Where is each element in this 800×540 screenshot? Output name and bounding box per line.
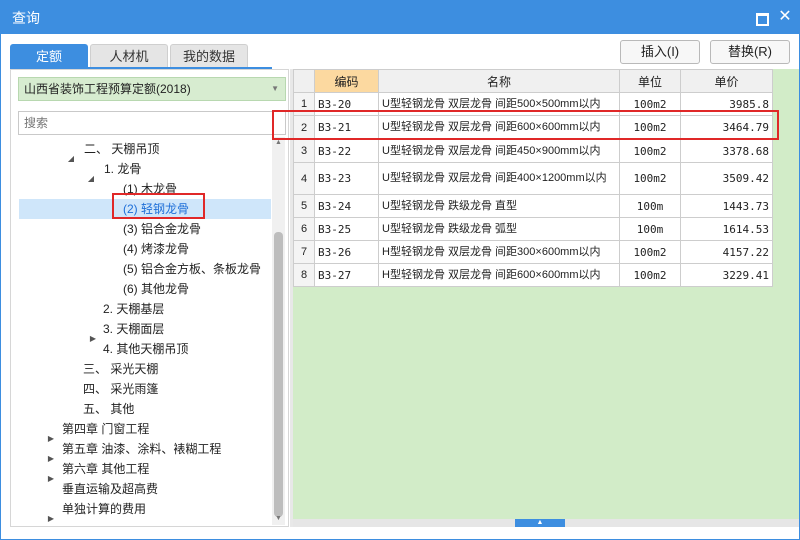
name-cell[interactable]: U型轻钢龙骨 双层龙骨 间距450×900mm以内 bbox=[378, 139, 620, 163]
price-cell[interactable]: 1443.73 bbox=[680, 194, 773, 218]
price-cell[interactable]: 4157.22 bbox=[680, 240, 773, 264]
tree-item[interactable]: 二、 天棚吊顶 bbox=[84, 139, 159, 159]
tree-item[interactable]: (5) 铝合金方板、条板龙骨 bbox=[123, 259, 261, 279]
code-cell[interactable]: B3-23 bbox=[314, 162, 379, 195]
table-header: 编码 名称 单位 单价 bbox=[293, 69, 773, 93]
tree-item[interactable]: 第六章 其他工程 bbox=[62, 459, 149, 479]
title-bar: 查询 ✕ bbox=[0, 0, 800, 34]
column-header-name[interactable]: 名称 bbox=[378, 69, 620, 93]
tree-item[interactable]: 单独计算的费用 bbox=[62, 499, 146, 519]
quota-library-select[interactable]: 山西省装饰工程预算定额(2018) ▼ bbox=[18, 77, 286, 101]
row-number-cell[interactable]: 3 bbox=[293, 139, 315, 163]
price-cell[interactable]: 3509.42 bbox=[680, 162, 773, 195]
tree-expand-icon[interactable]: ▶ bbox=[46, 454, 56, 463]
replace-button[interactable]: 替换(R) bbox=[710, 40, 790, 64]
tree-item[interactable]: 五、 其他 bbox=[83, 399, 134, 419]
close-icon[interactable]: ✕ bbox=[776, 8, 794, 26]
scroll-down-icon[interactable]: ▼ bbox=[272, 513, 285, 525]
tree-expand-icon[interactable]: ▶ bbox=[46, 514, 56, 523]
window-title: 查询 bbox=[12, 10, 40, 26]
row-number-cell[interactable]: 5 bbox=[293, 194, 315, 218]
highlight-box-tree bbox=[112, 193, 205, 219]
insert-button[interactable]: 插入(I) bbox=[620, 40, 700, 64]
code-cell[interactable]: B3-22 bbox=[314, 139, 379, 163]
price-cell[interactable]: 3229.41 bbox=[680, 263, 773, 287]
column-header-price[interactable]: 单价 bbox=[680, 69, 773, 93]
name-cell[interactable]: U型轻钢龙骨 跌级龙骨 直型 bbox=[378, 194, 620, 218]
quota-library-value: 山西省装饰工程预算定额(2018) bbox=[24, 82, 191, 96]
tree-scrollbar[interactable]: ▲ ▼ bbox=[272, 137, 285, 525]
row-number-cell[interactable]: 7 bbox=[293, 240, 315, 264]
tree-item[interactable]: 垂直运输及超高费 bbox=[62, 479, 158, 499]
code-cell[interactable]: B3-25 bbox=[314, 217, 379, 241]
corner-header bbox=[293, 69, 315, 93]
tree-item[interactable]: 2. 天棚基层 bbox=[103, 299, 164, 319]
row-number-cell[interactable]: 8 bbox=[293, 263, 315, 287]
tree-expand-icon[interactable]: ▶ bbox=[46, 434, 56, 443]
unit-cell[interactable]: 100m bbox=[619, 217, 681, 241]
highlight-box-row bbox=[272, 110, 779, 140]
tree-item[interactable]: 1. 龙骨 bbox=[104, 159, 141, 179]
tree-item[interactable]: 第四章 门窗工程 bbox=[62, 419, 149, 439]
tree-expand-icon[interactable]: ▶ bbox=[88, 334, 98, 343]
scrollbar-thumb[interactable] bbox=[274, 232, 283, 517]
unit-cell[interactable]: 100m2 bbox=[619, 263, 681, 287]
unit-cell[interactable]: 100m2 bbox=[619, 162, 681, 195]
tree-expand-icon[interactable]: ◢ bbox=[66, 154, 76, 163]
tree-item[interactable]: (4) 烤漆龙骨 bbox=[123, 239, 189, 259]
grid-horizontal-scrollbar[interactable]: ▲ bbox=[293, 519, 799, 527]
tree-item[interactable]: 四、 采光雨篷 bbox=[83, 379, 158, 399]
tab-my-data[interactable]: 我的数据 bbox=[170, 44, 248, 68]
quota-table: 编码 名称 单位 单价 1 B3-20 U型轻钢龙骨 双层龙骨 间距500×500m… bbox=[293, 69, 773, 287]
tab-quota[interactable]: 定额 bbox=[10, 44, 88, 68]
maximize-icon[interactable] bbox=[752, 8, 770, 26]
tree-item[interactable]: (6) 其他龙骨 bbox=[123, 279, 189, 299]
table-row[interactable]: 3 B3-22 U型轻钢龙骨 双层龙骨 间距450×900mm以内 100m2 3378… bbox=[293, 139, 773, 163]
unit-cell[interactable]: 100m2 bbox=[619, 240, 681, 264]
tree-expand-icon[interactable]: ▶ bbox=[46, 474, 56, 483]
scroll-handle-icon[interactable]: ▲ bbox=[515, 519, 565, 527]
tree-item[interactable]: 3. 天棚面层 bbox=[103, 319, 164, 339]
dropdown-arrow-icon: ▼ bbox=[271, 84, 279, 93]
tree-item[interactable]: 4. 其他天棚吊顶 bbox=[103, 339, 188, 359]
row-number-cell[interactable]: 4 bbox=[293, 162, 315, 195]
code-cell[interactable]: B3-27 bbox=[314, 263, 379, 287]
unit-cell[interactable]: 100m bbox=[619, 194, 681, 218]
search-input[interactable] bbox=[18, 111, 286, 135]
table-row[interactable]: 5 B3-24 U型轻钢龙骨 跌级龙骨 直型 100m 1443.73 bbox=[293, 194, 773, 218]
price-cell[interactable]: 3378.68 bbox=[680, 139, 773, 163]
tree-item[interactable]: 三、 采光天棚 bbox=[83, 359, 158, 379]
tree-item[interactable]: 第五章 油漆、涂料、裱糊工程 bbox=[62, 439, 221, 459]
code-cell[interactable]: B3-26 bbox=[314, 240, 379, 264]
column-header-code[interactable]: 编码 bbox=[314, 69, 379, 93]
name-cell[interactable]: U型轻钢龙骨 跌级龙骨 弧型 bbox=[378, 217, 620, 241]
tree-item[interactable]: (3) 铝合金龙骨 bbox=[123, 219, 201, 239]
name-cell[interactable]: U型轻钢龙骨 双层龙骨 间距400×1200mm以内 bbox=[378, 162, 620, 195]
name-cell[interactable]: H型轻钢龙骨 双层龙骨 间距300×600mm以内 bbox=[378, 240, 620, 264]
table-row[interactable]: 4 B3-23 U型轻钢龙骨 双层龙骨 间距400×1200mm以内 100m2 350… bbox=[293, 162, 773, 195]
table-row[interactable]: 7 B3-26 H型轻钢龙骨 双层龙骨 间距300×600mm以内 100m2 4157… bbox=[293, 240, 773, 264]
tab-labor-material-machine[interactable]: 人材机 bbox=[90, 44, 168, 68]
name-cell[interactable]: H型轻钢龙骨 双层龙骨 间距600×600mm以内 bbox=[378, 263, 620, 287]
unit-cell[interactable]: 100m2 bbox=[619, 139, 681, 163]
column-header-unit[interactable]: 单位 bbox=[619, 69, 681, 93]
tree-expand-icon[interactable]: ◢ bbox=[86, 174, 96, 183]
price-cell[interactable]: 1614.53 bbox=[680, 217, 773, 241]
code-cell[interactable]: B3-24 bbox=[314, 194, 379, 218]
table-row[interactable]: 8 B3-27 H型轻钢龙骨 双层龙骨 间距600×600mm以内 100m2 3229… bbox=[293, 263, 773, 287]
table-row[interactable]: 6 B3-25 U型轻钢龙骨 跌级龙骨 弧型 100m 1614.53 bbox=[293, 217, 773, 241]
row-number-cell[interactable]: 6 bbox=[293, 217, 315, 241]
